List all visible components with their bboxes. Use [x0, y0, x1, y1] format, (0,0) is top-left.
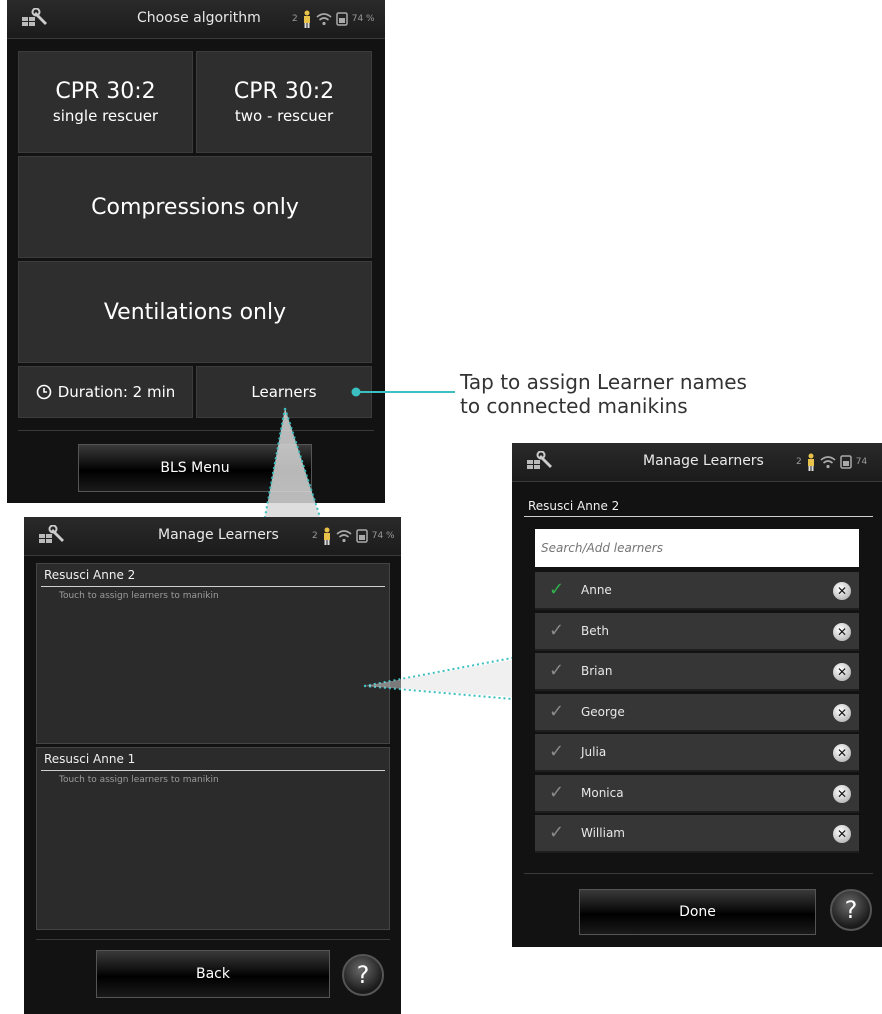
callout-line-1: Tap to assign Learner names: [460, 370, 747, 394]
clock-icon: [36, 384, 52, 400]
remove-icon[interactable]: ✕: [833, 704, 851, 722]
learner-count: 2: [796, 457, 802, 467]
learner-name: Anne: [581, 583, 612, 597]
learner-name: George: [581, 705, 625, 719]
tile-subtitle: two - rescuer: [234, 107, 334, 125]
tile-label: Ventilations only: [103, 299, 287, 325]
callout-line-2: to connected manikins: [460, 394, 688, 418]
battery-icon: [335, 12, 348, 26]
learner-row-george[interactable]: ✓ George ✕: [535, 694, 859, 732]
learner-name: Monica: [581, 786, 624, 800]
learner-row-monica[interactable]: ✓ Monica ✕: [535, 775, 859, 813]
cpr-single-rescuer-button[interactable]: CPR 30:2 single rescuer: [18, 51, 193, 153]
assign-hint: Touch to assign learners to manikin: [59, 775, 219, 785]
duration-button[interactable]: Duration: 2 min: [18, 366, 193, 418]
learner-row-anne[interactable]: ✓ Anne ✕: [535, 572, 859, 610]
status-bar: Choose algorithm 2 74 %: [7, 0, 385, 39]
status-bar: Manage Learners 2 74 %: [24, 517, 401, 556]
learner-name: Brian: [581, 664, 613, 678]
status-icons: 2 74 %: [312, 527, 395, 545]
tools-icon[interactable]: [38, 525, 68, 545]
manikin-panel-resusci-anne-1[interactable]: Resusci Anne 1 Touch to assign learners …: [36, 747, 390, 930]
person-icon: [323, 527, 330, 545]
battery-level: 74 %: [351, 14, 375, 24]
check-icon[interactable]: ✓: [549, 702, 564, 722]
bls-menu-button[interactable]: BLS Menu: [78, 444, 312, 492]
tools-icon[interactable]: [21, 8, 51, 28]
tile-label: Compressions only: [91, 194, 299, 220]
learners-label: Learners: [251, 383, 317, 401]
divider: [18, 430, 374, 431]
check-icon[interactable]: ✓: [549, 742, 564, 762]
check-icon[interactable]: ✓: [549, 580, 564, 600]
remove-icon[interactable]: ✕: [833, 663, 851, 681]
battery-icon: [839, 455, 852, 469]
ventilations-only-button[interactable]: Ventilations only: [18, 261, 372, 363]
learner-row-william[interactable]: ✓ William ✕: [535, 815, 859, 853]
callout-text: Tap to assign Learner names to connected…: [460, 370, 747, 418]
tile-subtitle: single rescuer: [52, 107, 159, 125]
status-bar: Manage Learners 2 74: [512, 443, 882, 482]
divider: [41, 770, 385, 771]
person-icon: [303, 10, 310, 28]
duration-label: Duration: 2 min: [57, 383, 176, 401]
wifi-icon: [316, 13, 332, 26]
learner-row-julia[interactable]: ✓ Julia ✕: [535, 734, 859, 772]
battery-level: 74: [855, 457, 868, 467]
search-input[interactable]: [535, 529, 859, 567]
compressions-only-button[interactable]: Compressions only: [18, 156, 372, 258]
help-button[interactable]: ?: [830, 889, 872, 931]
back-button[interactable]: Back: [96, 950, 330, 998]
screen-title: Manage Learners: [643, 453, 764, 469]
manikin-name: Resusci Anne 1: [44, 752, 136, 766]
check-icon[interactable]: ✓: [549, 783, 564, 803]
learner-row-beth[interactable]: ✓ Beth ✕: [535, 613, 859, 651]
divider: [524, 873, 873, 874]
divider: [36, 939, 390, 940]
remove-icon[interactable]: ✕: [833, 623, 851, 641]
tools-icon[interactable]: [526, 451, 556, 471]
assign-hint: Touch to assign learners to manikin: [59, 591, 219, 601]
tile-title: CPR 30:2: [233, 79, 335, 104]
learner-name: William: [581, 826, 625, 840]
tile-title: CPR 30:2: [55, 79, 156, 104]
manage-learners-overview-screen: Manage Learners 2 74 % Resusci Anne 2 To…: [24, 517, 401, 1014]
status-icons: 2 74: [796, 453, 867, 471]
screen-title: Manage Learners: [158, 527, 279, 543]
remove-icon[interactable]: ✕: [833, 744, 851, 762]
check-icon[interactable]: ✓: [549, 661, 564, 681]
divider: [524, 516, 873, 517]
manikin-panel-resusci-anne-2[interactable]: Resusci Anne 2 Touch to assign learners …: [36, 563, 390, 744]
check-icon[interactable]: ✓: [549, 823, 564, 843]
done-button[interactable]: Done: [579, 889, 816, 935]
help-button[interactable]: ?: [342, 954, 384, 996]
status-icons: 2 74 %: [292, 10, 375, 28]
wifi-icon: [336, 530, 352, 543]
learner-name: Julia: [581, 745, 607, 759]
screen-title: Choose algorithm: [137, 10, 261, 26]
divider: [41, 586, 385, 587]
choose-algorithm-screen: Choose algorithm 2 74 % CPR 30:2 single …: [7, 0, 385, 503]
learners-button[interactable]: Learners: [196, 366, 372, 418]
learner-name: Beth: [581, 624, 609, 638]
learner-count: 2: [292, 14, 298, 24]
cpr-two-rescuer-button[interactable]: CPR 30:2 two - rescuer: [196, 51, 372, 153]
remove-icon[interactable]: ✕: [833, 582, 851, 600]
learner-count: 2: [312, 531, 318, 541]
wifi-icon: [820, 456, 836, 469]
manikin-name: Resusci Anne 2: [528, 499, 620, 513]
person-icon: [807, 453, 814, 471]
remove-icon[interactable]: ✕: [833, 825, 851, 843]
battery-level: 74 %: [371, 531, 395, 541]
manikin-name: Resusci Anne 2: [44, 568, 136, 582]
learner-row-brian[interactable]: ✓ Brian ✕: [535, 653, 859, 691]
check-icon[interactable]: ✓: [549, 621, 564, 641]
manage-learners-detail-screen: Manage Learners 2 74 Resusci Anne 2 ✓ An…: [512, 443, 882, 947]
remove-icon[interactable]: ✕: [833, 785, 851, 803]
battery-icon: [355, 529, 368, 543]
